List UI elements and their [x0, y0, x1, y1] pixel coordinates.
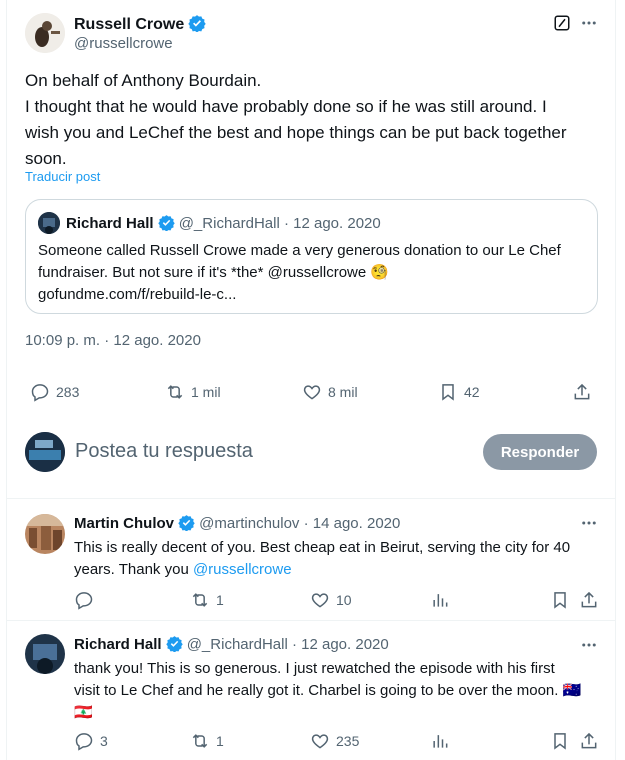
heart-icon: [311, 734, 329, 749]
tweet-line: soon.: [25, 149, 67, 168]
tweet-line: wish you and LeChef the best and hope th…: [25, 123, 567, 142]
reply-line: thank you! This is so generous. I just r…: [74, 660, 555, 677]
bookmark-icon: [442, 384, 454, 401]
reply-line-text: years. Thank you: [74, 561, 193, 578]
reply-action[interactable]: [74, 590, 100, 610]
repost-count: 1 mil: [191, 384, 221, 400]
quoted-tweet[interactable]: Richard Hall @_RichardHall · 12 ago. 202…: [25, 199, 598, 314]
reply-line: This is really decent of you. Best cheap…: [74, 539, 571, 556]
tweet-line: On behalf of Anthony Bourdain.: [25, 71, 262, 90]
share-action[interactable]: [572, 382, 592, 402]
author-avatar[interactable]: [25, 13, 65, 53]
tweet-text: On behalf of Anthony Bourdain. I thought…: [25, 68, 605, 172]
share-icon: [581, 732, 597, 749]
reply-icon: [75, 733, 93, 751]
reply-author-handle[interactable]: @_RichardHall: [187, 636, 288, 653]
bookmark-action[interactable]: [550, 590, 570, 610]
reply-action[interactable]: 3: [74, 731, 108, 751]
repost-action[interactable]: 1: [190, 731, 224, 751]
grok-icon[interactable]: [553, 14, 571, 37]
reply-button[interactable]: Responder: [483, 434, 597, 470]
like-action[interactable]: 10: [310, 590, 352, 610]
more-options-icon[interactable]: [580, 636, 598, 659]
verified-badge-icon: [178, 514, 195, 535]
author-name[interactable]: Russell Crowe: [74, 16, 184, 33]
reply-icon: [75, 592, 93, 610]
reply-header: Richard Hall @_RichardHall · 12 ago. 202…: [74, 635, 389, 656]
like-action[interactable]: 8 mil: [302, 382, 358, 402]
quote-author-handle: @_RichardHall: [178, 215, 280, 232]
divider: [7, 498, 615, 499]
bookmark-action[interactable]: 42: [438, 382, 480, 402]
translate-link[interactable]: Traducir post: [25, 169, 100, 184]
views-icon: [433, 735, 448, 748]
reply-input[interactable]: Postea tu respuesta: [75, 440, 253, 463]
reply-line: years. Thank you @russellcrowe: [74, 559, 604, 581]
reply-avatar[interactable]: [25, 514, 65, 554]
reply-count: 283: [56, 384, 80, 400]
divider: [7, 620, 615, 621]
reply-date[interactable]: · 12 ago. 2020: [292, 636, 389, 653]
tweet-timestamp[interactable]: 10:09 p. m. · 12 ago. 2020: [25, 332, 201, 349]
bookmark-action[interactable]: [550, 731, 570, 751]
author-name-row[interactable]: Russell Crowe: [74, 14, 206, 37]
share-action[interactable]: [579, 590, 599, 610]
repost-count: 1: [216, 592, 224, 608]
bookmark-icon: [554, 592, 566, 609]
repost-action[interactable]: 1: [190, 590, 224, 610]
share-icon: [581, 591, 597, 608]
reply-line: 🇱🇧: [74, 704, 93, 721]
quote-avatar: [38, 212, 60, 234]
more-options-icon[interactable]: [580, 514, 598, 537]
reply-author-name[interactable]: Martin Chulov: [74, 515, 174, 532]
repost-icon: [192, 593, 208, 607]
quote-author-name: Richard Hall: [66, 215, 154, 232]
like-action[interactable]: 235: [310, 731, 359, 751]
share-icon: [574, 383, 590, 400]
quote-line: fundraiser. But not sure if it's *the* @…: [38, 264, 390, 281]
reply-author-name[interactable]: Richard Hall: [74, 636, 162, 653]
more-options-icon[interactable]: [580, 14, 598, 37]
author-handle[interactable]: @russellcrowe: [74, 35, 173, 52]
reply-text: This is really decent of you. Best cheap…: [74, 537, 604, 581]
like-count: 235: [336, 733, 360, 749]
views-action[interactable]: [430, 731, 450, 751]
reply-header: Martin Chulov @martinchulov · 14 ago. 20…: [74, 514, 400, 535]
heart-icon: [303, 385, 321, 400]
quote-line: gofundme.com/f/rebuild-le-c...: [38, 286, 237, 303]
views-icon: [433, 594, 448, 607]
verified-badge-icon: [165, 635, 183, 656]
repost-icon: [167, 385, 183, 399]
reply-avatar[interactable]: [25, 634, 65, 674]
quote-text: Someone called Russell Crowe made a very…: [38, 240, 588, 306]
quote-date: · 12 ago. 2020: [283, 215, 381, 232]
like-count: 10: [336, 592, 352, 608]
reply-line: visit to Le Chef and he really got it. C…: [74, 682, 582, 699]
share-action[interactable]: [579, 731, 599, 751]
reply-count: 3: [100, 733, 108, 749]
mention-link[interactable]: @russellcrowe: [193, 561, 292, 578]
reply-date[interactable]: · 14 ago. 2020: [304, 515, 401, 532]
views-action[interactable]: [430, 590, 450, 610]
like-count: 8 mil: [328, 384, 358, 400]
reply-action[interactable]: 283: [30, 382, 79, 402]
verified-badge-icon: [188, 14, 206, 37]
repost-count: 1: [216, 733, 224, 749]
reply-author-handle[interactable]: @martinchulov: [199, 515, 299, 532]
reply-text: thank you! This is so generous. I just r…: [74, 658, 609, 724]
tweet-line: I thought that he would have probably do…: [25, 97, 547, 116]
bookmark-icon: [554, 733, 566, 750]
bookmark-count: 42: [464, 384, 480, 400]
repost-icon: [192, 734, 208, 748]
composer-avatar: [25, 432, 65, 472]
quote-header: Richard Hall @_RichardHall · 12 ago. 202…: [66, 214, 381, 235]
quote-line: Someone called Russell Crowe made a very…: [38, 242, 561, 259]
heart-icon: [311, 593, 329, 608]
verified-badge-icon: [157, 214, 175, 235]
reply-icon: [31, 384, 49, 402]
repost-action[interactable]: 1 mil: [165, 382, 221, 402]
